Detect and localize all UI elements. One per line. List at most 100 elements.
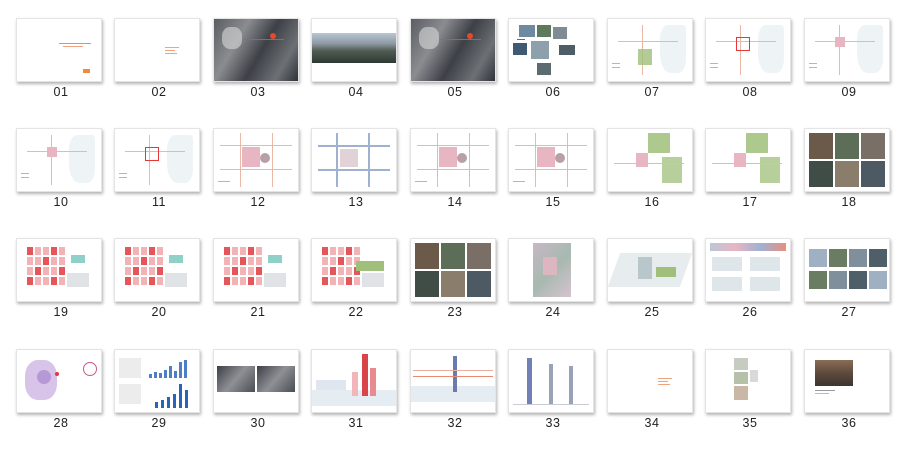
- photo-tile: [441, 271, 465, 297]
- slide-thumbnail-23[interactable]: 23: [410, 238, 508, 348]
- photo-tile: [849, 249, 867, 267]
- slide-thumbnail-19[interactable]: 19: [16, 238, 114, 348]
- slide-thumbnail-08[interactable]: 08: [705, 18, 803, 128]
- slide-number: 35: [742, 416, 758, 430]
- green-area: [648, 133, 670, 153]
- collage-photo: [559, 45, 575, 55]
- slide-thumbnail-13[interactable]: 13: [311, 128, 409, 238]
- map-water: [69, 135, 95, 183]
- slide-preview: [114, 238, 200, 302]
- slide-number: 32: [447, 416, 463, 430]
- plan-block: [35, 277, 41, 285]
- slide-thumbnail-33[interactable]: 33: [508, 349, 606, 459]
- slide-thumbnail-05[interactable]: 05: [410, 18, 508, 128]
- text-line: [658, 381, 668, 382]
- slide-number: 27: [841, 305, 857, 319]
- slide-thumbnail-04[interactable]: 04: [311, 18, 409, 128]
- grid-road: [220, 145, 292, 146]
- plan-block: [43, 277, 49, 285]
- slide-preview: [213, 128, 299, 192]
- slide-thumbnail-28[interactable]: 28: [16, 349, 114, 459]
- map-water: [758, 25, 784, 73]
- plan-block: [224, 277, 230, 285]
- map-water: [167, 135, 193, 183]
- slide-thumbnail-03[interactable]: 03: [213, 18, 311, 128]
- diagram-dot: [55, 372, 59, 376]
- slide-thumbnail-22[interactable]: 22: [311, 238, 409, 348]
- chart-bar: [173, 393, 176, 408]
- slide-number: 20: [151, 305, 167, 319]
- slide-thumbnail-09[interactable]: 09: [804, 18, 900, 128]
- slide-preview: [804, 18, 890, 82]
- slide-thumbnail-15[interactable]: 15: [508, 128, 606, 238]
- slide-thumbnail-11[interactable]: 11: [114, 128, 212, 238]
- slide-number: 26: [742, 305, 758, 319]
- plan-block: [240, 247, 246, 255]
- slide-thumbnail-17[interactable]: 17: [705, 128, 803, 238]
- slide-preview: [311, 128, 397, 192]
- slide-thumbnail-24[interactable]: 24: [508, 238, 606, 348]
- plan-block: [354, 247, 360, 255]
- slide-thumbnail-10[interactable]: 10: [16, 128, 114, 238]
- slide-thumbnail-25[interactable]: 25: [607, 238, 705, 348]
- legend-line: [710, 63, 718, 64]
- slide-preview: [16, 18, 102, 82]
- slide-preview: [607, 128, 693, 192]
- gray-block: [264, 273, 286, 287]
- plan-block: [330, 257, 336, 265]
- slide-thumbnail-16[interactable]: 16: [607, 128, 705, 238]
- dark-photo: [217, 366, 255, 392]
- slide-thumbnail-20[interactable]: 20: [114, 238, 212, 348]
- plan-block: [734, 358, 748, 370]
- slide-thumbnail-35[interactable]: 35: [705, 349, 803, 459]
- plan-block: [322, 277, 328, 285]
- map-road: [51, 135, 52, 185]
- slide-thumbnail-30[interactable]: 30: [213, 349, 311, 459]
- route-dot: [467, 33, 473, 39]
- slide-thumbnail-32[interactable]: 32: [410, 349, 508, 459]
- plan-block: [141, 257, 147, 265]
- map-road: [815, 41, 875, 42]
- slide-thumbnail-06[interactable]: 06: [508, 18, 606, 128]
- slide-number: 25: [644, 305, 660, 319]
- slide-thumbnail-01[interactable]: 01: [16, 18, 114, 128]
- slide-preview: [410, 18, 496, 82]
- slide-number: 07: [644, 85, 660, 99]
- slide-thumbnail-26[interactable]: 26: [705, 238, 803, 348]
- slide-thumbnail-29[interactable]: 29: [114, 349, 212, 459]
- site-highlight: [543, 257, 557, 275]
- slide-thumbnail-07[interactable]: 07: [607, 18, 705, 128]
- chart-bar: [174, 370, 177, 378]
- slide-thumbnail-36[interactable]: 36: [804, 349, 900, 459]
- slide-preview: [705, 18, 791, 82]
- map-road: [839, 25, 840, 75]
- plan-block: [133, 277, 139, 285]
- slide-number: 18: [841, 195, 857, 209]
- plan-block: [232, 247, 238, 255]
- slide-preview: [16, 128, 102, 192]
- chart-bar: [164, 369, 167, 378]
- slide-thumbnail-31[interactable]: 31: [311, 349, 409, 459]
- legend-line: [612, 67, 620, 68]
- green-area: [760, 157, 780, 183]
- map-highlight: [222, 27, 242, 49]
- slide-thumbnail-14[interactable]: 14: [410, 128, 508, 238]
- slide-thumbnail-21[interactable]: 21: [213, 238, 311, 348]
- site-outline: [145, 147, 159, 161]
- legend-line: [809, 63, 817, 64]
- tower: [527, 358, 532, 404]
- slide-thumbnail-12[interactable]: 12: [213, 128, 311, 238]
- chart-bar: [179, 362, 182, 378]
- slide-thumbnail-34[interactable]: 34: [607, 349, 705, 459]
- slide-thumbnail-18[interactable]: 18: [804, 128, 900, 238]
- slide-preview: [311, 18, 397, 82]
- slide-thumbnail-27[interactable]: 27: [804, 238, 900, 348]
- collage-photo: [513, 43, 527, 55]
- chart-bar: [167, 397, 170, 408]
- plan-block: [27, 277, 33, 285]
- green-corridor: [356, 261, 384, 271]
- slide-thumbnail-02[interactable]: 02: [114, 18, 212, 128]
- axo-block: [638, 257, 652, 279]
- route-line: [244, 39, 284, 40]
- circle-mark: [555, 153, 565, 163]
